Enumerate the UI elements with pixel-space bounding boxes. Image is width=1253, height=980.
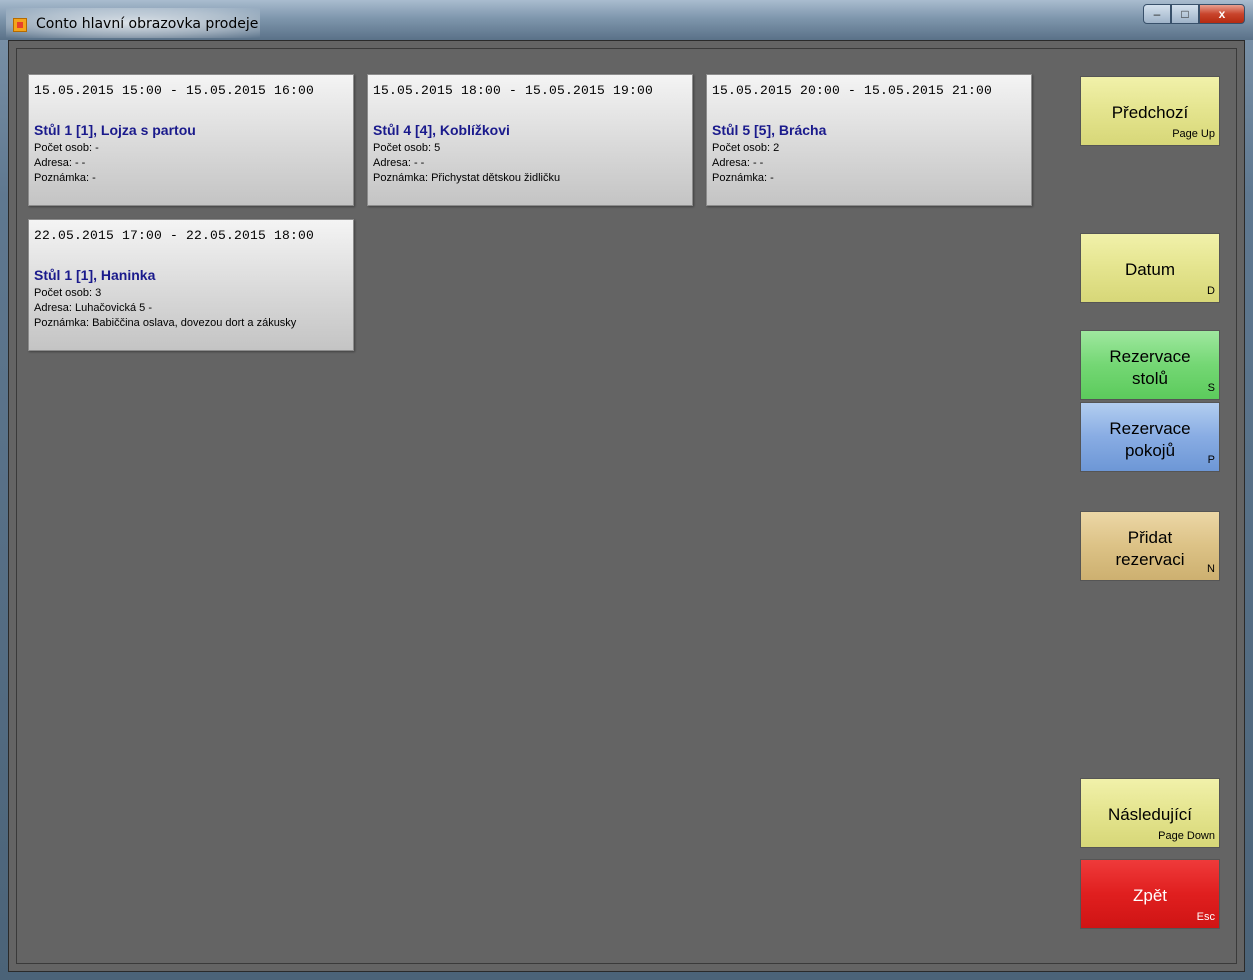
- title-bar[interactable]: Conto hlavní obrazovka prodeje – □ x: [0, 0, 1253, 40]
- button-label: stolů: [1132, 369, 1168, 388]
- reservation-time: 22.05.2015 17:00 - 22.05.2015 18:00: [34, 228, 315, 243]
- button-label: Rezervace: [1109, 419, 1191, 438]
- window-title: Conto hlavní obrazovka prodeje: [36, 16, 259, 32]
- reservation-note: Poznámka: Přichystat dětskou židličku: [373, 172, 561, 184]
- reservation-card[interactable]: 15.05.2015 15:00 - 15.05.2015 16:00 Stůl…: [28, 74, 354, 206]
- button-label: Následující: [1107, 805, 1193, 824]
- reservation-title: Stůl 1 [1], Haninka: [34, 267, 156, 283]
- shortcut-hint: D: [1207, 285, 1215, 297]
- previous-page-button[interactable]: Předchozí Page Up: [1080, 76, 1220, 146]
- reservation-note: Poznámka: -: [34, 172, 96, 184]
- button-label: Předchozí: [1111, 103, 1189, 122]
- reservation-address: Adresa: Luhačovická 5 -: [34, 302, 153, 314]
- room-reservations-button[interactable]: Rezervace pokojů P: [1080, 402, 1220, 472]
- reservation-time: 15.05.2015 15:00 - 15.05.2015 16:00: [34, 83, 315, 98]
- reservation-persons: Počet osob: 3: [34, 287, 102, 299]
- button-label: pokojů: [1124, 441, 1176, 460]
- shortcut-hint: N: [1207, 563, 1215, 575]
- shortcut-hint: S: [1207, 382, 1215, 394]
- reservation-card[interactable]: 15.05.2015 18:00 - 15.05.2015 19:00 Stůl…: [367, 74, 693, 206]
- next-page-button[interactable]: Následující Page Down: [1080, 778, 1220, 848]
- app-icon: [13, 18, 27, 32]
- main-area: 15.05.2015 15:00 - 15.05.2015 16:00 Stůl…: [8, 40, 1245, 972]
- reservation-time: 15.05.2015 18:00 - 15.05.2015 19:00: [373, 83, 654, 98]
- button-label: Přidat: [1127, 528, 1173, 547]
- reservation-note: Poznámka: Babiččina oslava, dovezou dort…: [34, 317, 297, 329]
- maximize-button[interactable]: □: [1171, 4, 1199, 24]
- button-label: Zpět: [1132, 886, 1168, 905]
- reservation-note: Poznámka: -: [712, 172, 774, 184]
- minimize-button[interactable]: –: [1143, 4, 1171, 24]
- button-label: Rezervace: [1109, 347, 1191, 366]
- reservation-address: Adresa: - -: [34, 157, 86, 169]
- reservation-title: Stůl 4 [4], Koblížkovi: [373, 122, 510, 138]
- reservation-address: Adresa: - -: [712, 157, 764, 169]
- button-label: Datum: [1124, 260, 1176, 279]
- add-reservation-button[interactable]: Přidat rezervaci N: [1080, 511, 1220, 581]
- reservation-title: Stůl 5 [5], Brácha: [712, 122, 827, 138]
- date-button[interactable]: Datum D: [1080, 233, 1220, 303]
- reservation-address: Adresa: - -: [373, 157, 425, 169]
- reservation-card[interactable]: 15.05.2015 20:00 - 15.05.2015 21:00 Stůl…: [706, 74, 1032, 206]
- reservation-time: 15.05.2015 20:00 - 15.05.2015 21:00: [712, 83, 993, 98]
- reservation-card[interactable]: 22.05.2015 17:00 - 22.05.2015 18:00 Stůl…: [28, 219, 354, 351]
- close-button[interactable]: x: [1199, 4, 1245, 24]
- table-reservations-button[interactable]: Rezervace stolů S: [1080, 330, 1220, 400]
- shortcut-hint: Page Up: [1172, 128, 1215, 140]
- shortcut-hint: P: [1207, 454, 1215, 466]
- app-window: Conto hlavní obrazovka prodeje – □ x 15.…: [0, 0, 1253, 980]
- reservation-persons: Počet osob: 5: [373, 142, 441, 154]
- window-controls: – □ x: [1143, 4, 1245, 28]
- button-label: rezervaci: [1115, 550, 1185, 569]
- shortcut-hint: Esc: [1196, 911, 1215, 923]
- reservation-persons: Počet osob: -: [34, 142, 99, 154]
- shortcut-hint: Page Down: [1158, 830, 1215, 842]
- back-button[interactable]: Zpět Esc: [1080, 859, 1220, 929]
- reservation-persons: Počet osob: 2: [712, 142, 780, 154]
- reservation-title: Stůl 1 [1], Lojza s partou: [34, 122, 196, 138]
